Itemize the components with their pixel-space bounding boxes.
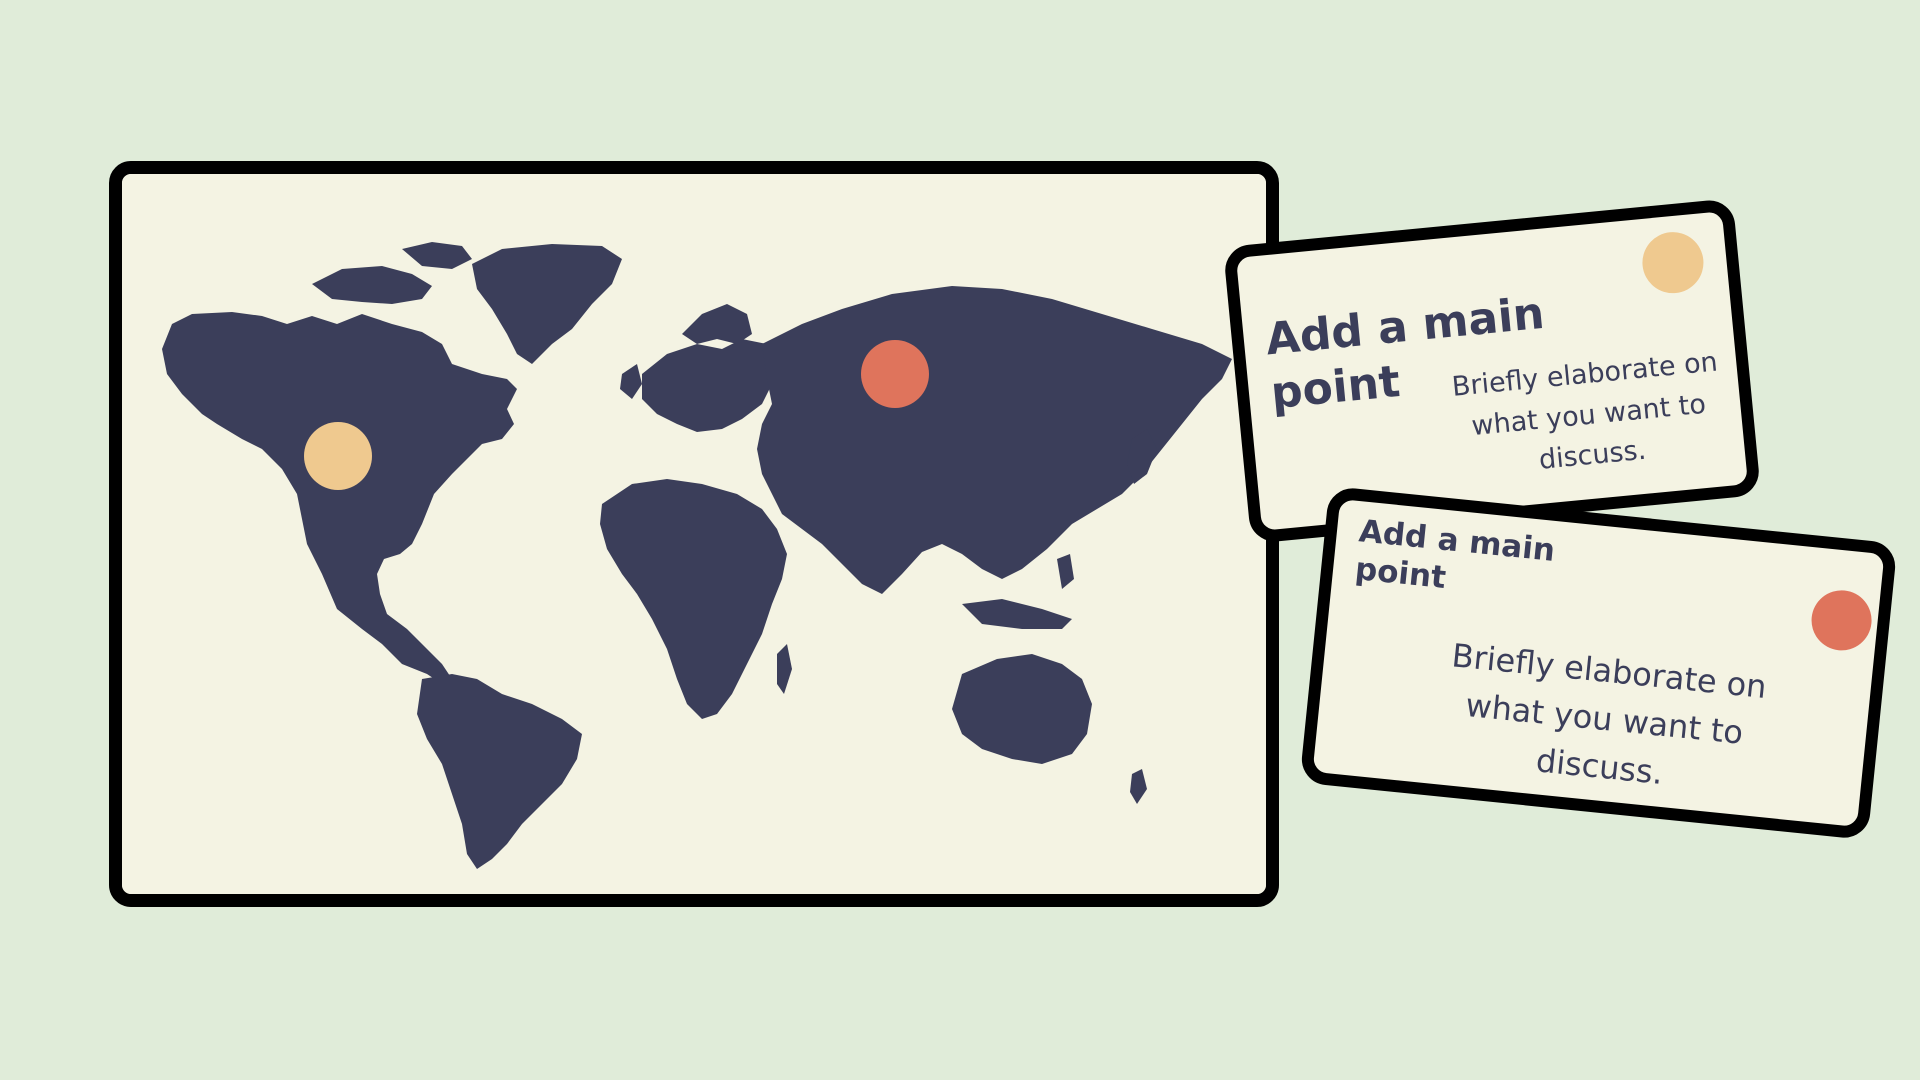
north-america-marker	[304, 422, 372, 490]
card-title: Add a main point	[1353, 513, 1557, 596]
main-point-card-2[interactable]: Add a main point Briefly elaborate on wh…	[1299, 485, 1898, 841]
world-map	[122, 174, 1266, 894]
russia-marker	[861, 340, 929, 408]
card-body: Briefly elaborate on what you want to di…	[1450, 636, 1769, 792]
card-marker-dot	[1808, 587, 1875, 654]
world-map-panel	[109, 161, 1279, 907]
slide-background: Add a main point Briefly elaborate on wh…	[0, 0, 1920, 1080]
card-marker-dot	[1639, 229, 1707, 296]
main-point-card-1[interactable]: Add a main point Briefly elaborate on wh…	[1222, 198, 1762, 544]
